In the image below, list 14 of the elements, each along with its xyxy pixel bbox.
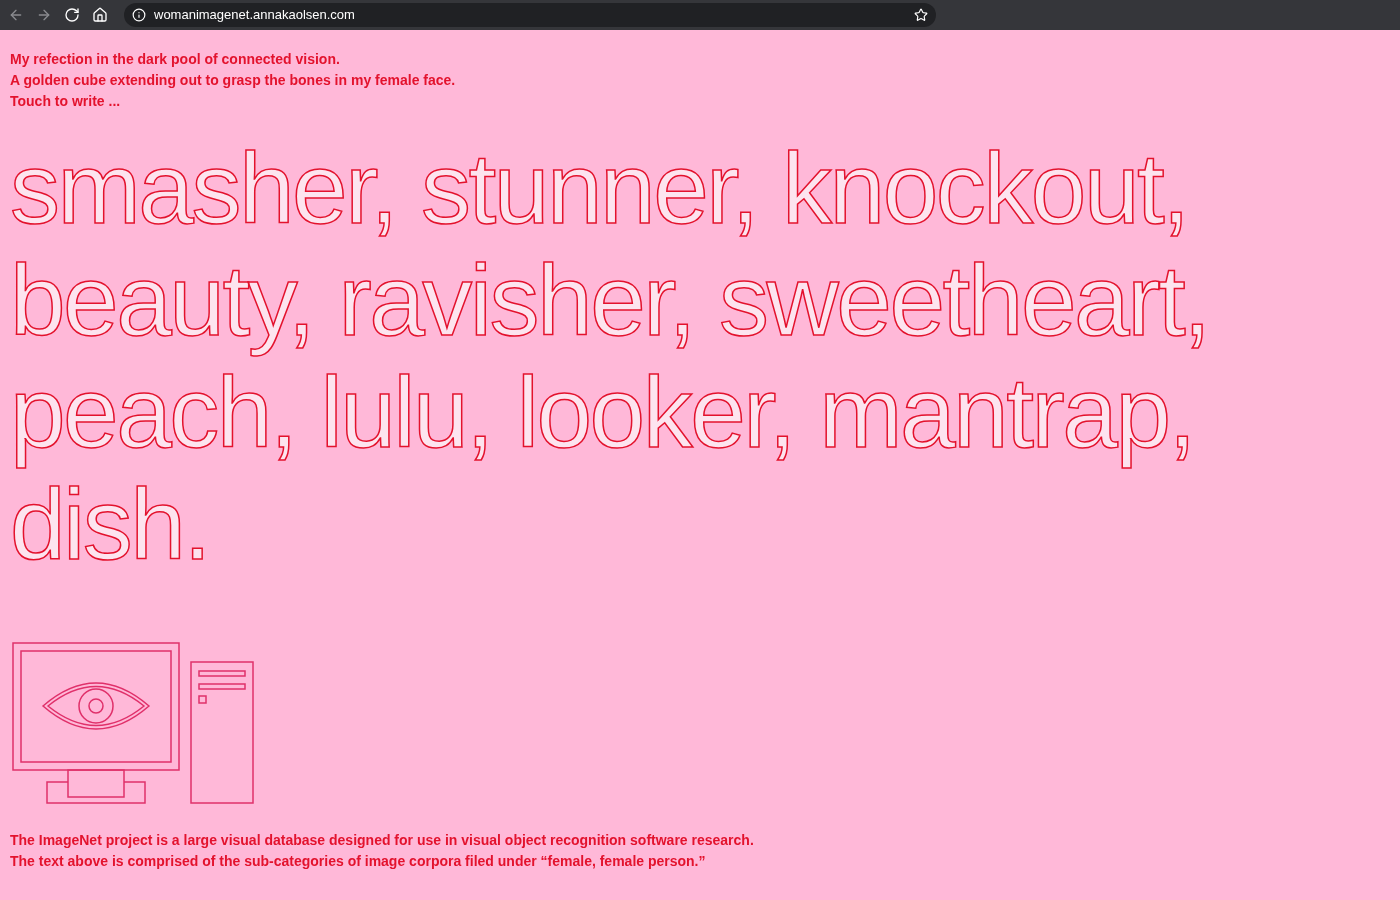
forward-icon[interactable] [36,7,52,23]
headline-text: smasher, stunner, knockout, beauty, ravisher, sweetheart, peach, lulu, looker, mantrap, dish. [10,132,1210,580]
intro-line: Touch to write ... [10,92,122,111]
back-icon[interactable] [8,7,24,23]
intro-line: My refection in the dark pool of connected vision. [10,50,341,69]
footer-line: The text above is comprised of the sub-categories of image corpora filed under “female, female person.” [10,852,707,871]
reload-icon[interactable] [64,7,80,23]
address-bar[interactable]: womanimagenet.annakaolsen.com [124,3,936,27]
bookmark-star-icon[interactable] [914,8,928,22]
intro-line: A golden cube extending out to grasp the bones in my female face. [10,71,457,90]
info-icon [132,8,146,22]
home-icon[interactable] [92,7,108,23]
footer-line: The ImageNet project is a large visual database designed for use in visual object recognition software research. [10,831,755,850]
url-text: womanimagenet.annakaolsen.com [154,6,356,25]
